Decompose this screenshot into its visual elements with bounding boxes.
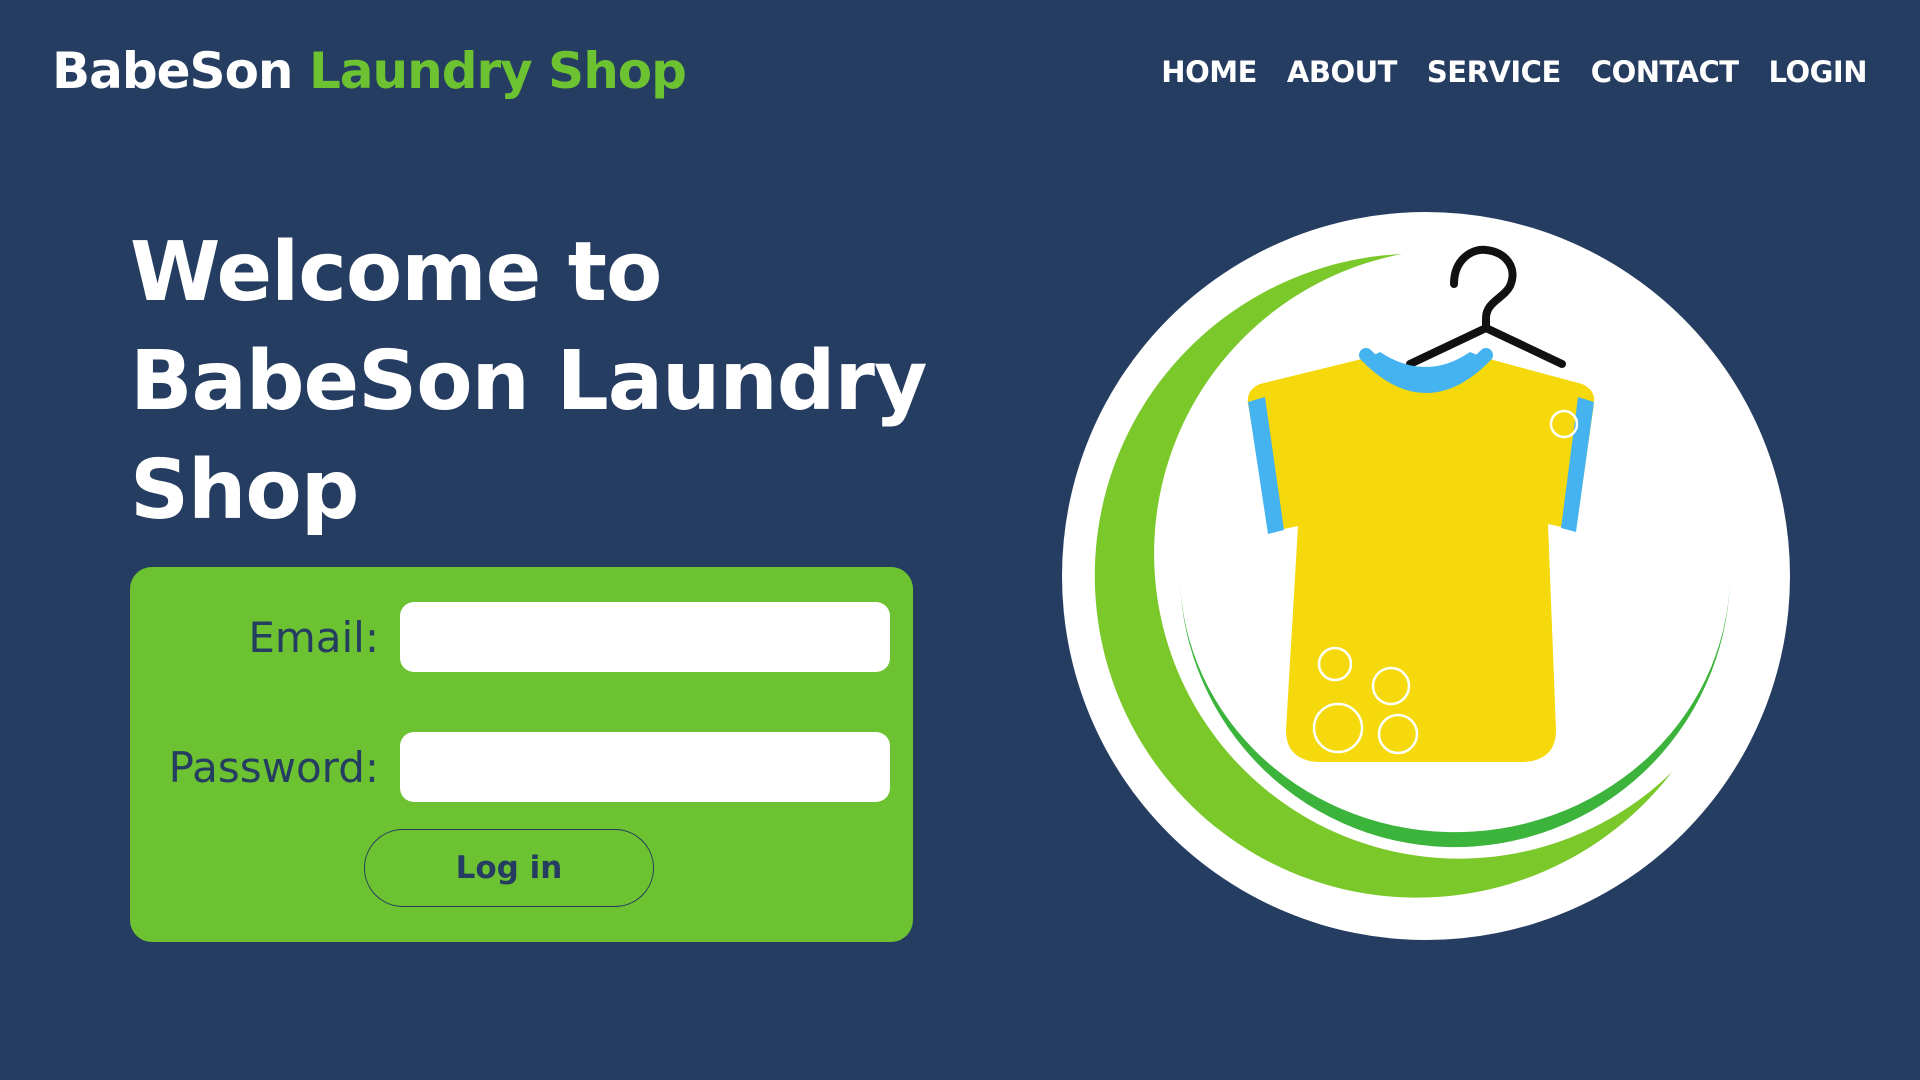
login-button[interactable]: Log in — [364, 829, 654, 907]
login-form: Email: Password: Log in — [130, 567, 913, 942]
email-label: Email: — [248, 613, 379, 662]
nav-about[interactable]: ABOUT — [1287, 58, 1398, 87]
password-label: Password: — [168, 743, 379, 792]
brand-name-part2: Laundry Shop — [308, 42, 687, 100]
nav-login[interactable]: LOGIN — [1769, 58, 1868, 87]
brand-logo-text[interactable]: BabeSon Laundry Shop — [52, 46, 687, 96]
nav-service[interactable]: SERVICE — [1427, 58, 1561, 87]
hero-title: Welcome to BabeSon Laundry Shop — [130, 225, 927, 538]
password-field[interactable] — [400, 732, 890, 802]
nav-home[interactable]: HOME — [1161, 58, 1257, 87]
top-nav: HOME ABOUT SERVICE CONTACT LOGIN — [1161, 58, 1867, 87]
email-field[interactable] — [400, 602, 890, 672]
shirt-on-hanger-icon — [1062, 212, 1790, 940]
nav-contact[interactable]: CONTACT — [1591, 58, 1739, 87]
brand-name-part1: BabeSon — [52, 42, 294, 100]
